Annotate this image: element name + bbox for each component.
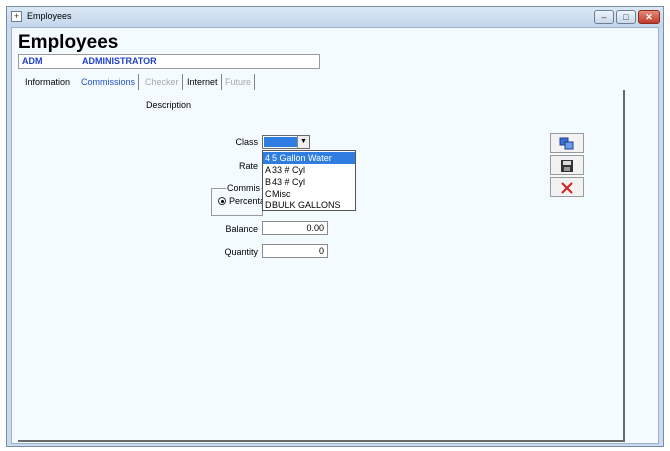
page-title: Employees <box>18 32 119 53</box>
save-icon <box>561 160 573 172</box>
dropdown-item[interactable]: 4 5 Gallon Water <box>263 152 355 164</box>
dropdown-item[interactable]: D BULK GALLONS <box>263 199 355 211</box>
employees-window: + Employees – □ ✕ Employees ADM ADMINIST… <box>6 6 664 447</box>
percentage-radio[interactable] <box>218 197 226 205</box>
employee-code: ADM <box>22 56 43 66</box>
tab-checker[interactable]: Checker <box>142 74 183 90</box>
rate-label: Rate <box>238 161 258 171</box>
commissions-panel: Description Class ▼ Rate Commis Percenta… <box>18 90 625 442</box>
balance-field[interactable]: 0.00 <box>262 221 328 235</box>
minimize-button[interactable]: – <box>594 10 614 24</box>
tab-future[interactable]: Future <box>222 74 256 90</box>
tab-internet[interactable]: Internet <box>184 74 222 90</box>
commission-type-group: Commis Percenta <box>211 183 266 216</box>
chevron-down-icon[interactable]: ▼ <box>297 136 309 148</box>
close-window-button[interactable]: ✕ <box>638 10 660 24</box>
class-select[interactable]: ▼ <box>262 135 310 149</box>
copy-button[interactable] <box>550 133 584 153</box>
class-select-value <box>264 137 297 147</box>
balance-label: Balance <box>225 224 258 234</box>
dropdown-item[interactable]: B 43 # Cyl <box>263 176 355 188</box>
employee-name: ADMINISTRATOR <box>82 56 157 66</box>
tab-commissions[interactable]: Commissions <box>78 74 140 90</box>
save-button[interactable] <box>550 155 584 175</box>
tab-information[interactable]: Information <box>22 74 73 90</box>
copy-icon <box>559 137 574 150</box>
delete-button[interactable] <box>550 177 584 197</box>
item-name: 43 # Cyl <box>272 177 306 187</box>
class-dropdown-list: 4 5 Gallon Water A 33 # Cyl B 43 # Cyl C… <box>262 150 356 211</box>
client-area: Employees ADM ADMINISTRATOR Information … <box>11 27 659 444</box>
percentage-radio-label: Percenta <box>229 196 266 206</box>
dropdown-item[interactable]: A 33 # Cyl <box>263 164 355 176</box>
item-name: 33 # Cyl <box>272 165 306 175</box>
close-icon <box>561 182 573 194</box>
class-label: Class <box>235 137 258 147</box>
item-name: 5 Gallon Water <box>272 153 332 163</box>
title-bar: + Employees – □ ✕ <box>7 7 663 27</box>
app-icon[interactable]: + <box>11 11 22 22</box>
quantity-label: Quantity <box>224 247 258 257</box>
item-name: BULK GALLONS <box>272 200 341 210</box>
quantity-field[interactable]: 0 <box>262 244 328 258</box>
commission-group-title: Commis <box>226 183 261 193</box>
maximize-button[interactable]: □ <box>616 10 636 24</box>
description-label: Description <box>146 100 192 110</box>
employee-header: ADM ADMINISTRATOR <box>18 54 320 69</box>
window-title: Employees <box>27 11 72 21</box>
